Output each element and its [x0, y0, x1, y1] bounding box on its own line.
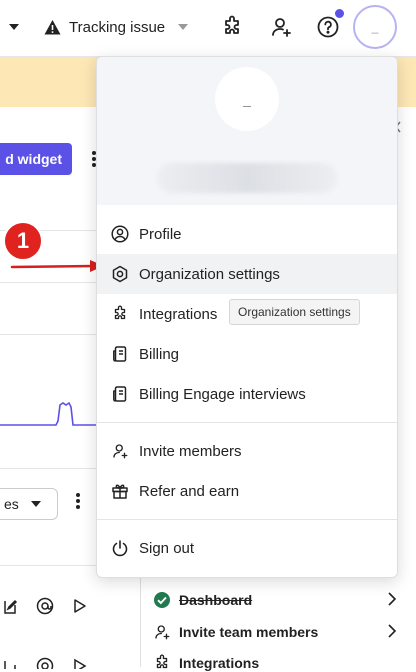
user-plus-icon — [111, 442, 129, 460]
chevron-down-icon — [177, 21, 189, 33]
mention-icon[interactable] — [36, 597, 54, 617]
checklist-item-label: Dashboard — [179, 592, 253, 608]
menu-item-profile[interactable]: Profile — [97, 214, 397, 254]
tracking-issue-button[interactable]: Tracking issue — [44, 14, 189, 40]
account-name-blurred — [157, 163, 337, 193]
avatar: _ — [215, 67, 279, 131]
menu-item-billing-engage[interactable]: Billing Engage interviews — [97, 374, 397, 414]
add-user-icon — [153, 623, 171, 641]
menu-item-billing[interactable]: Billing — [97, 334, 397, 374]
add-widget-button[interactable]: d widget — [0, 143, 72, 175]
menu-divider — [97, 422, 397, 423]
puzzle-icon — [111, 305, 129, 323]
menu-item-label: Invite members — [139, 442, 242, 460]
row-actions — [0, 597, 98, 617]
play-icon[interactable] — [72, 597, 88, 617]
divider — [0, 565, 96, 566]
menu-item-organization-settings[interactable]: Organization settings — [97, 254, 397, 294]
warning-icon — [44, 19, 61, 36]
avatar-initial: _ — [371, 20, 379, 34]
edit-icon[interactable] — [2, 597, 18, 617]
check-circle-icon — [153, 591, 171, 609]
checklist-item-label: Invite team members — [179, 624, 319, 640]
avatar-initial: _ — [243, 91, 251, 107]
menu-item-label: Refer and earn — [139, 482, 240, 500]
divider — [0, 468, 96, 469]
puzzle-icon[interactable] — [217, 12, 247, 42]
divider — [0, 282, 96, 283]
tooltip: Organization settings — [229, 299, 360, 325]
menu-item-invite-members[interactable]: Invite members — [97, 431, 397, 471]
puzzle-icon — [153, 654, 171, 672]
play-icon[interactable] — [72, 657, 88, 669]
edit-icon[interactable] — [2, 657, 18, 669]
step-number-badge: 1 — [3, 221, 43, 261]
caret-down-icon — [30, 499, 41, 509]
filter-select-value: es — [4, 496, 19, 512]
gift-icon — [111, 482, 129, 500]
chevron-right-icon — [387, 623, 397, 639]
divider — [0, 334, 96, 335]
checklist-item-integrations[interactable]: Integrations — [153, 654, 403, 672]
mention-icon[interactable] — [36, 657, 54, 669]
power-icon — [111, 539, 129, 557]
avatar-button[interactable]: _ — [353, 5, 397, 49]
row-actions — [0, 657, 98, 669]
onboarding-checklist: Dashboard Invite team members Integratio… — [140, 575, 416, 671]
kebab-menu-icon[interactable] — [74, 492, 82, 510]
add-user-icon[interactable] — [266, 12, 296, 42]
tracking-issue-label: Tracking issue — [69, 18, 166, 36]
menu-item-label: Organization settings — [139, 265, 280, 283]
checklist-item-invite[interactable]: Invite team members — [153, 623, 403, 641]
user-circle-icon — [111, 225, 129, 243]
tooltip-text: Organization settings — [238, 305, 351, 319]
menu-item-sign-out[interactable]: Sign out — [97, 528, 397, 568]
add-widget-label: d widget — [5, 151, 62, 167]
notification-dot — [335, 9, 344, 18]
checklist-item-label: Integrations — [179, 655, 260, 671]
filter-select[interactable]: es — [0, 488, 58, 520]
menu-item-label: Billing Engage interviews — [139, 385, 306, 403]
gear-icon — [111, 265, 129, 283]
menu-item-refer-and-earn[interactable]: Refer and earn — [97, 471, 397, 511]
step-number: 1 — [16, 228, 30, 253]
menu-item-label: Billing — [139, 345, 180, 363]
billing-icon — [111, 345, 129, 363]
menu-item-label: Integrations — [139, 305, 218, 323]
sparkline-chart — [0, 395, 96, 431]
account-header: _ — [97, 57, 397, 205]
pointer-arrow-icon — [10, 258, 106, 276]
menu-divider — [97, 519, 397, 520]
menu-item-label: Profile — [139, 225, 182, 243]
menu-item-label: Sign out — [139, 539, 195, 557]
billing-icon — [111, 385, 129, 403]
chevron-right-icon — [387, 591, 397, 607]
checklist-item-dashboard[interactable]: Dashboard — [153, 591, 403, 609]
caret-down-icon[interactable] — [8, 20, 20, 34]
